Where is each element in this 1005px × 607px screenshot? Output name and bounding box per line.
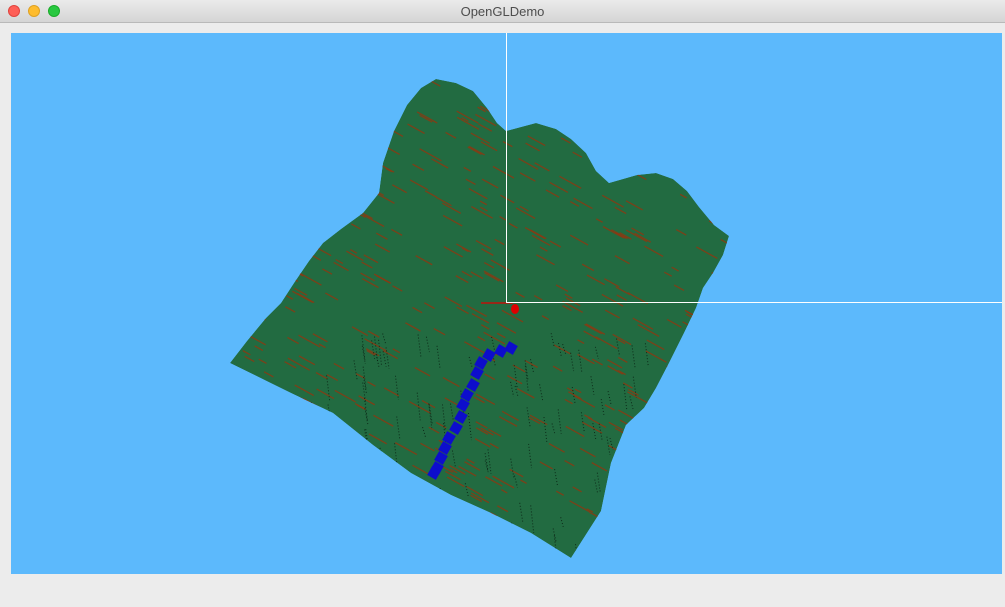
window-title: OpenGLDemo — [460, 4, 545, 19]
origin-marker — [511, 304, 519, 314]
opengl-viewport[interactable] — [11, 33, 1002, 574]
title-bar[interactable]: OpenGLDemo — [0, 0, 1005, 23]
app-window: OpenGLDemo — [0, 0, 1005, 607]
